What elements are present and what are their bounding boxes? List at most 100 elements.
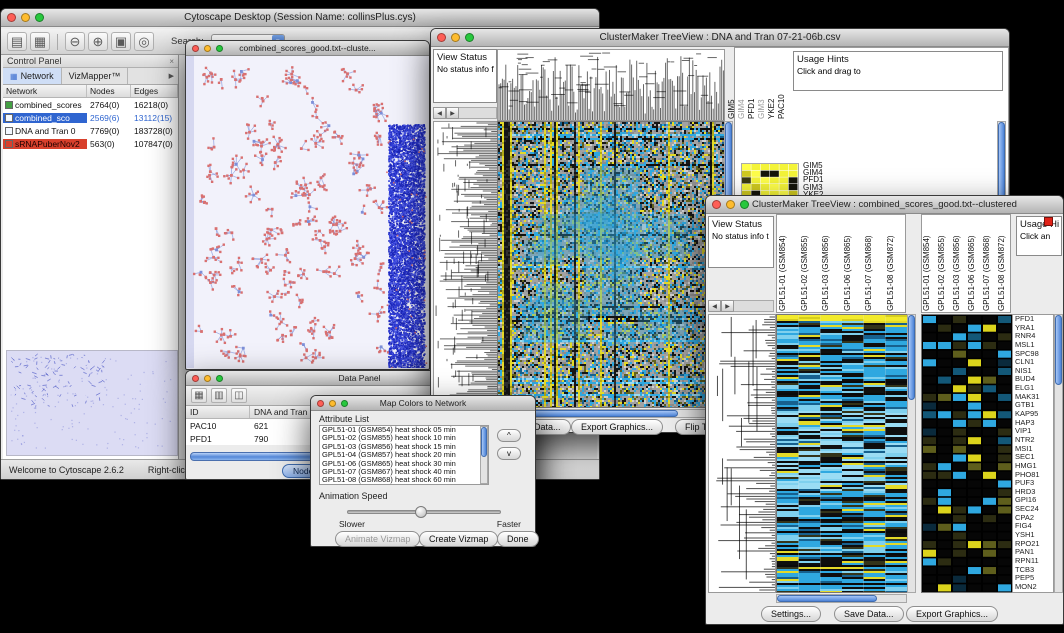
save-data-button[interactable]: Save Data... [834,606,904,622]
gene-label[interactable]: KAP95 [1015,410,1053,419]
gene-label[interactable]: PHO81 [1015,471,1053,480]
zoom-heatmap-canvas[interactable] [921,314,1013,593]
gene-label[interactable]: TCB3 [1015,566,1053,575]
move-down-button[interactable]: v [497,447,521,460]
expression-heatmap-canvas[interactable] [776,314,908,593]
gene-label[interactable]: PFD1 [1015,315,1053,324]
scrollbar-thumb[interactable] [777,595,877,602]
row-dendrogram-canvas[interactable] [708,314,776,593]
expression-heatmap-canvas[interactable] [497,121,725,408]
gene-label[interactable]: YRA1 [1015,324,1053,333]
gene-label[interactable]: ELG1 [1015,384,1053,393]
array-column-label[interactable]: GPL51-03 (GSM856) [952,216,967,311]
tab-network[interactable]: ▦ Network [3,68,62,84]
array-column-label[interactable]: GPL51-08 (GSM872) [886,216,908,311]
table-row-flagged[interactable]: sRNAPuberNov2 563(0) 107847(0) [3,137,178,150]
scroll-right-icon[interactable]: ▶ [721,300,734,312]
heatmap-horizontal-scrollbar[interactable] [776,594,907,603]
gene-label[interactable]: MON2 [1015,583,1053,592]
column-dendrogram-canvas[interactable] [497,49,725,121]
array-column-label[interactable]: GPL51-01 (GSM854) [778,216,800,311]
gene-label[interactable]: HRD3 [1015,488,1053,497]
gene-label[interactable]: HMG1 [1015,462,1053,471]
table-row-selected[interactable]: combined_sco 2569(6) 13112(15) [3,111,178,124]
main-window-titlebar[interactable]: Cytoscape Desktop (Session Name: collins… [1,9,599,27]
col-header-nodes[interactable]: Nodes [87,85,131,97]
gene-label[interactable]: CLN1 [1015,358,1053,367]
zoom-fit-button[interactable]: ▣ [111,32,131,51]
gene-label[interactable]: SEC24 [1015,505,1053,514]
minimize-button[interactable] [21,13,30,22]
gene-column-label[interactable]: GIM4 [737,49,747,119]
array-column-label[interactable]: GPL51-07 (GSM868) [982,216,997,311]
gene-label[interactable]: YSH1 [1015,531,1053,540]
scroll-track[interactable] [459,107,497,119]
gene-label[interactable]: MSL1 [1015,341,1053,350]
save-session-button[interactable]: ▦ [30,32,50,51]
minimize-button[interactable] [451,33,460,42]
array-column-label[interactable]: GPL51-08 (GSM872) [997,216,1012,311]
close-button[interactable] [7,13,16,22]
gene-label[interactable]: HAP3 [1015,419,1053,428]
gene-label[interactable]: MSI1 [1015,445,1053,454]
scrollbar-thumb[interactable] [1055,315,1062,385]
minimize-button[interactable] [329,400,336,407]
attribute-item[interactable]: GPL51-01 (GSM854) heat shock 05 min [320,426,480,434]
gene-label[interactable]: MAK31 [1015,393,1053,402]
network-graph-canvas[interactable] [186,56,429,368]
gene-label[interactable]: RNR4 [1015,332,1053,341]
network-view-titlebar[interactable]: combined_scores_good.txt--cluste... [186,41,429,56]
array-column-label[interactable]: GPL51-03 (GSM856) [821,216,843,311]
col-header-id[interactable]: ID [186,406,250,418]
maximize-button[interactable] [216,45,223,52]
gene-label[interactable]: RPN11 [1015,557,1053,566]
zoom-selected-button[interactable]: ◎ [134,32,154,51]
zoom-out-button[interactable]: ⊖ [65,32,85,51]
minimize-button[interactable] [204,375,211,382]
heatmap-vertical-scrollbar[interactable] [907,314,916,593]
gene-label[interactable]: SPC98 [1015,350,1053,359]
select-attributes-button[interactable]: ▥ [211,388,227,403]
minimize-button[interactable] [726,200,735,209]
maximize-button[interactable] [35,13,44,22]
close-button[interactable] [712,200,721,209]
array-column-label[interactable]: GPL51-01 (GSM854) [922,216,937,311]
gene-column-label[interactable]: PFD1 [747,49,757,119]
close-button[interactable] [317,400,324,407]
gene-label[interactable]: NIS1 [1015,367,1053,376]
minimize-button[interactable] [204,45,211,52]
gene-label[interactable]: PEP5 [1015,574,1053,583]
attribute-item[interactable]: GPL51-07 (GSM867) heat shock 40 min [320,468,480,476]
scrollbar-thumb[interactable] [481,427,487,457]
table-row[interactable]: combined_scores 2764(0) 16218(0) [3,98,178,111]
scroll-left-icon[interactable]: ◀ [433,107,446,119]
gene-label[interactable]: BUD4 [1015,375,1053,384]
gene-column-label[interactable]: YKE2 [767,49,777,119]
scroll-right-icon[interactable]: ▶ [446,107,459,119]
gene-column-label[interactable]: GIM3 [757,49,767,119]
attribute-editor-button[interactable]: ◫ [231,388,247,403]
scroll-track[interactable] [734,300,774,312]
col-header-edges[interactable]: Edges [131,85,178,97]
table-row[interactable]: DNA and Tran 0 7769(0) 183728(0) [3,124,178,137]
attribute-item[interactable]: GPL51-02 (GSM855) heat shock 10 min [320,434,480,442]
treeview-combined-titlebar[interactable]: ClusterMaker TreeView : combined_scores_… [706,196,1063,214]
slider-knob[interactable] [415,506,427,518]
maximize-button[interactable] [341,400,348,407]
gene-label[interactable]: VIP1 [1015,427,1053,436]
maximize-button[interactable] [216,375,223,382]
maximize-button[interactable] [465,33,474,42]
done-button[interactable]: Done [497,531,539,547]
control-panel-close-icon[interactable]: × [169,57,174,66]
gene-label[interactable]: NTR2 [1015,436,1053,445]
array-column-label[interactable]: GPL51-02 (GSM855) [937,216,952,311]
attribute-item[interactable]: GPL51-03 (GSM856) heat shock 15 min [320,443,480,451]
treeview-dna-titlebar[interactable]: ClusterMaker TreeView : DNA and Tran 07-… [431,29,1009,47]
dialog-titlebar[interactable]: Map Colors to Network [311,396,535,411]
open-session-button[interactable]: ▤ [7,32,27,51]
scroll-left-icon[interactable]: ◀ [708,300,721,312]
tab-overflow-icon[interactable]: ▶ [165,68,178,84]
attribute-item[interactable]: GPL51-06 (GSM865) heat shock 30 min [320,460,480,468]
close-button[interactable] [192,45,199,52]
gene-label[interactable]: GTB1 [1015,401,1053,410]
